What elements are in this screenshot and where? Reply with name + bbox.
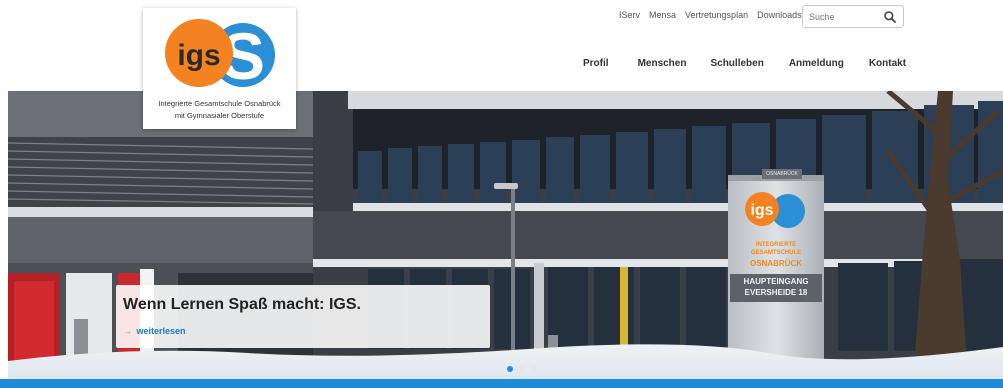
- accent-bar: [0, 379, 1003, 388]
- nav-schulleben[interactable]: Schulleben: [710, 58, 763, 69]
- read-more-label: weiterlesen: [136, 326, 186, 336]
- slider-dots: [507, 366, 537, 372]
- caption-title: Wenn Lernen Spaß macht: IGS.: [123, 296, 361, 313]
- school-name-line1: Integrierte Gesamtschule Osnabrück: [158, 99, 281, 108]
- link-downloads[interactable]: Downloads: [757, 10, 802, 20]
- sign-entrance-line2: EVERSHEIDE 18: [744, 288, 808, 297]
- slider-dot-3[interactable]: [531, 366, 537, 372]
- entrance-sign: OSNABRÜCK igs INTEGRIERTE GESAMTSCHULE O…: [728, 169, 824, 379]
- school-name-line2: mit Gymnasialer Oberstufe: [174, 111, 265, 120]
- main-nav: Profil Menschen Schulleben Anmeldung Kon…: [583, 58, 906, 69]
- sign-entrance-line1: HAUPTEINGANG: [743, 277, 809, 286]
- slider-dot-2[interactable]: [519, 366, 525, 372]
- nav-profil[interactable]: Profil: [583, 58, 609, 69]
- igs-logo-icon: S igs: [165, 19, 275, 93]
- nav-kontakt[interactable]: Kontakt: [869, 58, 906, 69]
- sign-logo: igs: [740, 189, 810, 233]
- hero-caption: Wenn Lernen Spaß macht: IGS. → weiterles…: [116, 285, 490, 348]
- igs-logo-mark: S igs: [163, 13, 277, 100]
- nav-menschen[interactable]: Menschen: [638, 58, 687, 69]
- sign-logo-text: igs: [750, 202, 773, 219]
- link-vertretungsplan[interactable]: Vertretungsplan: [685, 10, 748, 20]
- link-iserv[interactable]: IServ: [619, 10, 640, 20]
- sign-orange-text: INTEGRIERTE GESAMTSCHULE: [750, 242, 802, 256]
- search-icon[interactable]: [883, 10, 897, 24]
- sign-top-label: OSNABRÜCK: [762, 169, 802, 179]
- search-box: [802, 5, 904, 28]
- read-more-link[interactable]: → weiterlesen: [123, 326, 186, 336]
- nav-anmeldung[interactable]: Anmeldung: [789, 58, 844, 69]
- school-logo[interactable]: S igs Integrierte Gesamtschule Osnabrück…: [143, 8, 296, 129]
- top-links: IServ Mensa Vertretungsplan Downloads: [619, 10, 802, 20]
- sign-city: OSNABRÜCK: [750, 259, 802, 268]
- igs-logo-icon: igs: [745, 192, 805, 228]
- search-input[interactable]: [809, 11, 881, 22]
- arrow-right-icon: →: [123, 326, 132, 336]
- link-mensa[interactable]: Mensa: [649, 10, 676, 20]
- slider-dot-1[interactable]: [507, 366, 513, 372]
- logo-mark-text: igs: [177, 39, 220, 72]
